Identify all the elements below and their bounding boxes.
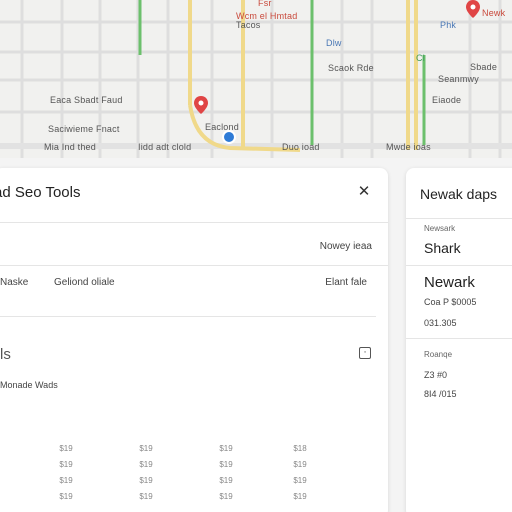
divider bbox=[406, 338, 512, 339]
info-icon[interactable]: ◦ bbox=[359, 347, 371, 359]
tools-panel: ad Seo Tools ✕ Nowey ieaa Naske Geliond … bbox=[0, 168, 388, 512]
map-label-street: Seanmwy bbox=[438, 74, 479, 84]
grid-cell: $19 bbox=[293, 476, 307, 485]
grid-cell: $19 bbox=[59, 444, 73, 453]
grid-cell: $19 bbox=[293, 492, 307, 501]
details-heading: Shark bbox=[424, 240, 461, 256]
details-caption: Roanqe bbox=[424, 350, 453, 359]
close-icon: ✕ bbox=[357, 183, 371, 200]
divider bbox=[406, 218, 512, 219]
row-label-mid[interactable]: Geliond oliale bbox=[54, 277, 115, 288]
details-heading: Newark bbox=[424, 274, 475, 291]
grid-cell: $18 bbox=[293, 444, 307, 453]
map-label-bottom: Mia Ind thed bbox=[44, 142, 96, 152]
grid-cell: $19 bbox=[293, 460, 307, 469]
map-label-bottom: Duo ioad bbox=[282, 142, 320, 152]
map-label-poi[interactable]: Newk bbox=[482, 8, 505, 18]
grid-cell: $19 bbox=[59, 476, 73, 485]
red-pin-icon[interactable] bbox=[194, 96, 208, 114]
map-label-street: Saciwieme Fnact bbox=[48, 124, 120, 134]
divider bbox=[406, 265, 512, 266]
grid-cell: $19 bbox=[59, 460, 73, 469]
details-title: Newak daps bbox=[420, 186, 498, 202]
map-label-poi[interactable]: Dlw bbox=[326, 38, 342, 48]
grid-cell: $19 bbox=[139, 444, 153, 453]
map-label-poi[interactable]: Phk bbox=[440, 20, 456, 30]
map-label-street: Scaok Rde bbox=[328, 63, 374, 73]
grid-cell: $19 bbox=[59, 492, 73, 501]
grid-cell: $19 bbox=[219, 492, 233, 501]
sub-label: Monade Wads bbox=[0, 380, 58, 390]
divider bbox=[0, 316, 376, 317]
divider bbox=[0, 222, 388, 223]
details-value: Coa P $0005 bbox=[424, 297, 477, 307]
grid-cell: $19 bbox=[139, 492, 153, 501]
map-label-street: Sbade bbox=[470, 62, 498, 72]
map-label-bottom: Mwde ioas bbox=[386, 142, 431, 152]
red-pin-icon[interactable] bbox=[466, 0, 480, 18]
grid-cell: $19 bbox=[219, 460, 233, 469]
details-panel: Newak daps Newsark Shark Newark Coa P $0… bbox=[406, 168, 512, 512]
location-dot-icon[interactable] bbox=[222, 130, 236, 144]
grid-cell: $19 bbox=[139, 460, 153, 469]
row-label-right[interactable]: Elant fale bbox=[325, 277, 367, 288]
map-view[interactable]: Fsr Wcm el Hmtad Newk Phk Dlw Cl Eaca Sb… bbox=[0, 0, 512, 158]
details-value: 031.305 bbox=[424, 318, 457, 328]
map-label-street: Tacos bbox=[236, 20, 261, 30]
divider bbox=[0, 265, 388, 266]
grid-cell: $19 bbox=[139, 476, 153, 485]
details-caption: Newsark bbox=[424, 224, 456, 233]
map-label-poi[interactable]: Fsr bbox=[258, 0, 272, 8]
details-value: 8I4 /015 bbox=[424, 389, 457, 399]
map-label-transit[interactable]: Cl bbox=[416, 53, 425, 63]
map-label-bottom: Iidd adt clold bbox=[138, 142, 192, 152]
grid-cell: $19 bbox=[219, 444, 233, 453]
details-value: Z3 #0 bbox=[424, 370, 448, 380]
map-label-street: Eiaode bbox=[432, 95, 462, 105]
map-label-street: Eaca Sbadt Faud bbox=[50, 95, 123, 105]
header-label: Nowey ieaa bbox=[319, 241, 372, 252]
row-label-left[interactable]: Naske bbox=[0, 277, 28, 288]
panel-title: ad Seo Tools bbox=[0, 184, 81, 201]
close-button[interactable]: ✕ bbox=[354, 182, 374, 202]
grid-cell: $19 bbox=[219, 476, 233, 485]
section-title: ls bbox=[0, 346, 11, 363]
